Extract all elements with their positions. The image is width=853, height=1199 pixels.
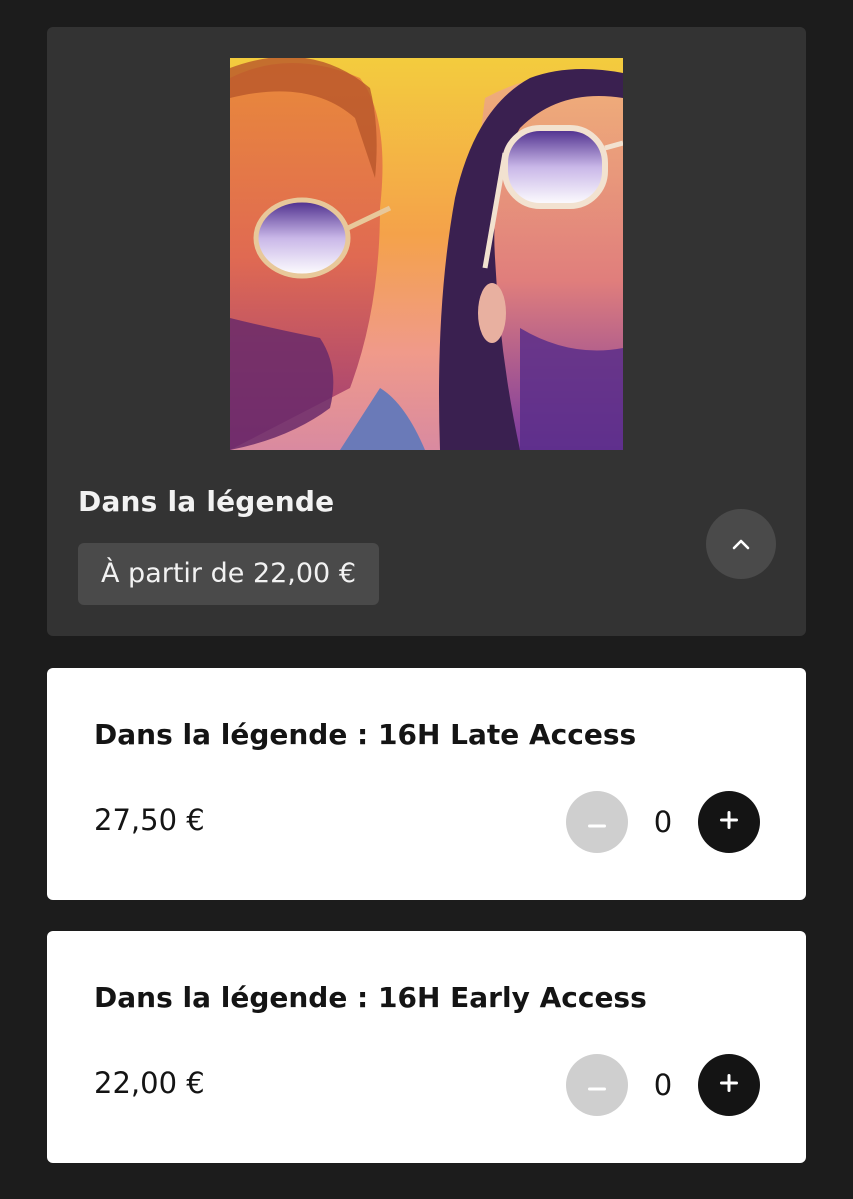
- minus-icon: [588, 1076, 606, 1095]
- quantity-value: 0: [653, 805, 673, 839]
- decrease-quantity-button[interactable]: [566, 791, 628, 853]
- plus-icon: [720, 1074, 738, 1096]
- plus-icon: [720, 811, 738, 833]
- decrease-quantity-button[interactable]: [566, 1054, 628, 1116]
- ticket-card-late-access: Dans la légende : 16H Late Access 27,50 …: [47, 668, 806, 900]
- ticket-name: Dans la légende : 16H Late Access: [94, 718, 637, 751]
- ticket-price: 22,00 €: [94, 1066, 205, 1100]
- ticket-card-early-access: Dans la légende : 16H Early Access 22,00…: [47, 931, 806, 1163]
- increase-quantity-button[interactable]: [698, 1054, 760, 1116]
- ticket-price: 27,50 €: [94, 803, 205, 837]
- minus-icon: [588, 813, 606, 832]
- page: Dans la légende À partir de 22,00 € Dans…: [0, 0, 853, 1199]
- ticket-name: Dans la légende : 16H Early Access: [94, 981, 647, 1014]
- increase-quantity-button[interactable]: [698, 791, 760, 853]
- product-title: Dans la légende: [78, 485, 335, 518]
- price-from-badge: À partir de 22,00 €: [78, 543, 379, 605]
- album-cover-image: [230, 58, 623, 450]
- product-card: Dans la légende À partir de 22,00 €: [47, 27, 806, 636]
- collapse-button[interactable]: [706, 509, 776, 579]
- quantity-value: 0: [653, 1068, 673, 1102]
- chevron-up-icon: [731, 535, 751, 554]
